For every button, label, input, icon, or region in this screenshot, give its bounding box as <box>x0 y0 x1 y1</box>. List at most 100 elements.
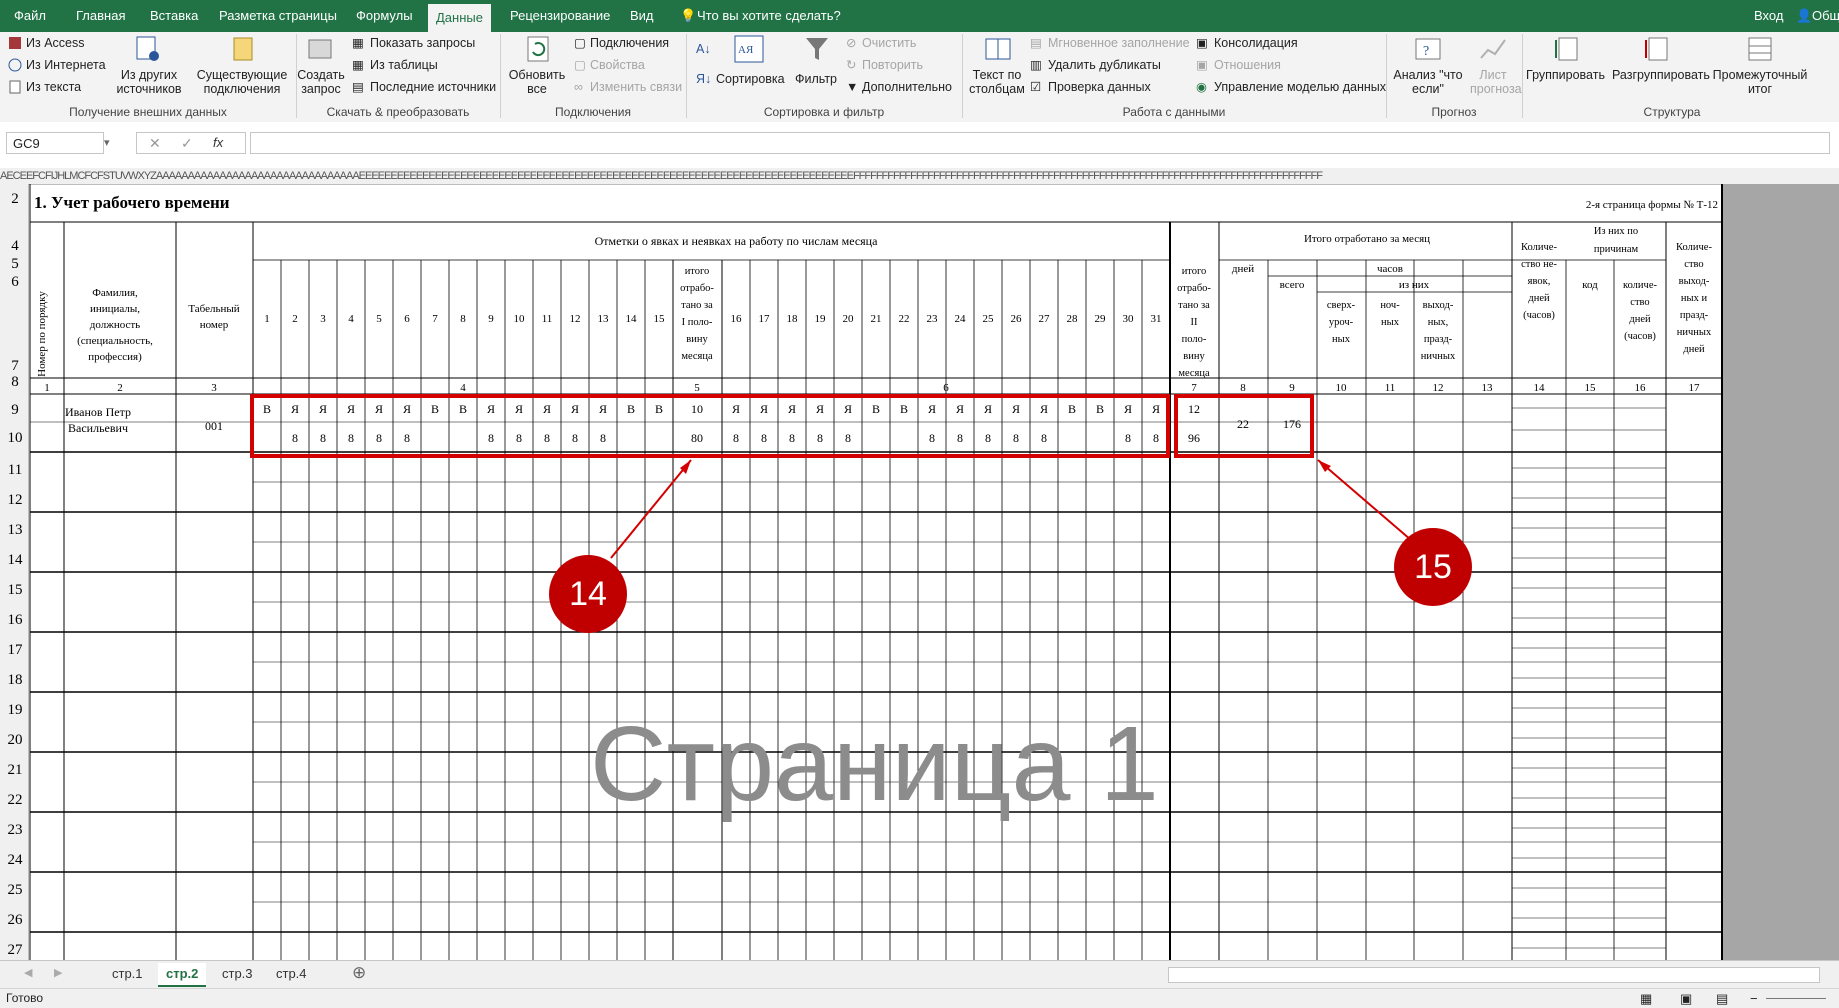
header-half2: II <box>1191 317 1198 328</box>
flash-fill-button[interactable]: Мгновенное заполнение <box>1048 36 1190 50</box>
day-number: 27 <box>1039 313 1051 325</box>
filter-button[interactable]: Фильтр <box>795 72 837 86</box>
clear-button[interactable]: Очистить <box>862 36 916 50</box>
advanced-filter-button[interactable]: Дополнительно <box>862 80 952 94</box>
from-text-button[interactable]: Из текста <box>26 80 81 94</box>
zoom-slider[interactable] <box>1766 998 1826 999</box>
enter-icon[interactable]: ✓ <box>181 135 193 152</box>
what-if-button[interactable]: Анализ "что если" <box>1392 68 1464 96</box>
row-number: 26 <box>8 912 24 928</box>
share-button[interactable]: Общ <box>1812 0 1839 32</box>
sheet-tab-3[interactable]: стр.3 <box>214 963 261 985</box>
from-web-button[interactable]: Из Интернета <box>26 58 106 72</box>
show-queries-button[interactable]: Показать запросы <box>370 36 475 50</box>
subtotal-button[interactable]: Промежуточный итог <box>1712 68 1808 96</box>
from-table-button[interactable]: Из таблицы <box>370 58 438 72</box>
zoom-out-icon[interactable]: − <box>1750 989 1758 1008</box>
name-box-dropdown-icon[interactable]: ▾ <box>104 136 110 149</box>
cancel-icon[interactable]: ✕ <box>149 135 161 152</box>
row-number: 10 <box>8 430 23 446</box>
row-number: 22 <box>8 792 23 808</box>
new-query-icon <box>308 39 332 59</box>
new-query-button[interactable]: Создать запрос <box>296 68 346 96</box>
header-name: Фамилия, <box>92 287 138 299</box>
horizontal-scrollbar[interactable] <box>1168 967 1820 983</box>
header-overtime: уроч- <box>1329 317 1354 328</box>
connections-button[interactable]: Подключения <box>590 36 669 50</box>
text-to-columns-button[interactable]: Текст по столбцам <box>966 68 1028 96</box>
tab-formulas[interactable]: Формулы <box>356 0 413 32</box>
scroll-right-icon[interactable]: ▶ <box>54 966 62 979</box>
group-icon <box>1555 37 1578 61</box>
header-of-which: из них <box>1399 279 1430 291</box>
forecast-sheet-button[interactable]: Лист прогноза <box>1470 68 1522 96</box>
data-validation-button[interactable]: Проверка данных <box>1048 80 1151 94</box>
group-get-transform: Скачать & преобразовать <box>326 105 470 119</box>
tell-me-search[interactable]: Что вы хотите сделать? <box>697 0 841 32</box>
header-total: Итого отработано за месяц <box>1304 233 1430 245</box>
row-number: 11 <box>8 462 22 478</box>
scroll-left-icon[interactable]: ◀ <box>24 966 32 979</box>
data-model-button[interactable]: Управление моделью данных <box>1214 80 1386 94</box>
header-half1: тано за <box>681 300 713 311</box>
day-number: 26 <box>1011 313 1023 325</box>
sheet-tab-4[interactable]: стр.4 <box>268 963 315 985</box>
header-holidays: ство <box>1684 259 1703 270</box>
refresh-all-button[interactable]: Обновить все <box>506 68 568 96</box>
sign-in-link[interactable]: Вход <box>1754 0 1783 32</box>
day-number: 12 <box>570 313 581 325</box>
column-number: 11 <box>1385 382 1396 394</box>
column-headers[interactable]: AECEEFCFIJHLMCFCFSTUVWXYZAAAAAAAAAAAAAAA… <box>0 168 1839 185</box>
web-icon <box>8 58 22 72</box>
row-number: 5 <box>11 256 19 272</box>
reapply-icon: ↻ <box>846 58 857 72</box>
reapply-button[interactable]: Повторить <box>862 58 923 72</box>
tab-data[interactable]: Данные <box>428 4 491 32</box>
properties-button[interactable]: Свойства <box>590 58 645 72</box>
from-access-button[interactable]: Из Access <box>26 36 84 50</box>
header-weekend: ничных <box>1421 351 1456 362</box>
page-layout-icon[interactable]: ▣ <box>1680 989 1692 1008</box>
sort-az-icon[interactable]: A↓ <box>696 42 711 56</box>
normal-view-icon[interactable]: ▦ <box>1640 989 1652 1008</box>
sheet-tab-1[interactable]: стр.1 <box>104 963 151 985</box>
sheet-tab-2[interactable]: стр.2 <box>158 963 207 987</box>
existing-connections-button[interactable]: Существующие подключения <box>194 68 290 96</box>
header-code: код <box>1582 279 1598 291</box>
user-icon: 👤 <box>1796 8 1813 23</box>
insert-function-icon[interactable]: fx <box>213 135 223 150</box>
consolidate-icon: ▣ <box>1196 36 1208 50</box>
ungroup-icon <box>1645 37 1668 61</box>
existing-connections-icon <box>233 37 253 61</box>
tab-insert[interactable]: Вставка <box>150 0 198 32</box>
tab-file[interactable]: Файл <box>14 0 46 32</box>
row-number: 14 <box>8 552 24 568</box>
day-number: 11 <box>542 313 553 325</box>
page-break-icon[interactable]: ▤ <box>1716 989 1728 1008</box>
consolidate-button[interactable]: Консолидация <box>1214 36 1298 50</box>
day-number: 6 <box>404 313 410 325</box>
tab-review[interactable]: Рецензирование <box>510 0 610 32</box>
sort-za-icon[interactable]: Я↓ <box>696 72 711 86</box>
row-number: 19 <box>8 702 23 718</box>
from-other-sources-button[interactable]: Из других источников <box>110 68 188 96</box>
tab-home[interactable]: Главная <box>76 0 125 32</box>
relationships-button[interactable]: Отношения <box>1214 58 1281 72</box>
group-get-external-data: Получение внешних данных <box>69 105 227 119</box>
tab-view[interactable]: Вид <box>630 0 654 32</box>
timesheet-grid[interactable]: 2456789101112131415161718192021222324252… <box>0 184 1839 960</box>
recent-sources-button[interactable]: Последние источники <box>370 80 496 94</box>
tab-page-layout[interactable]: Разметка страницы <box>219 0 337 32</box>
formula-input[interactable] <box>250 132 1830 154</box>
sort-button[interactable]: Сортировка <box>716 72 785 86</box>
name-box[interactable]: GC9 <box>6 132 104 154</box>
edit-links-button[interactable]: Изменить связи <box>590 80 682 94</box>
group-button[interactable]: Группировать <box>1526 68 1605 82</box>
row-number: 8 <box>11 374 19 390</box>
remove-duplicates-button[interactable]: Удалить дубликаты <box>1048 58 1161 72</box>
what-if-icon: ? <box>1415 38 1441 60</box>
advanced-filter-icon: ▼ <box>846 80 859 94</box>
row-number: 7 <box>11 358 19 374</box>
add-sheet-icon[interactable]: ⊕ <box>352 963 366 983</box>
ungroup-button[interactable]: Разгруппировать <box>1612 68 1710 82</box>
